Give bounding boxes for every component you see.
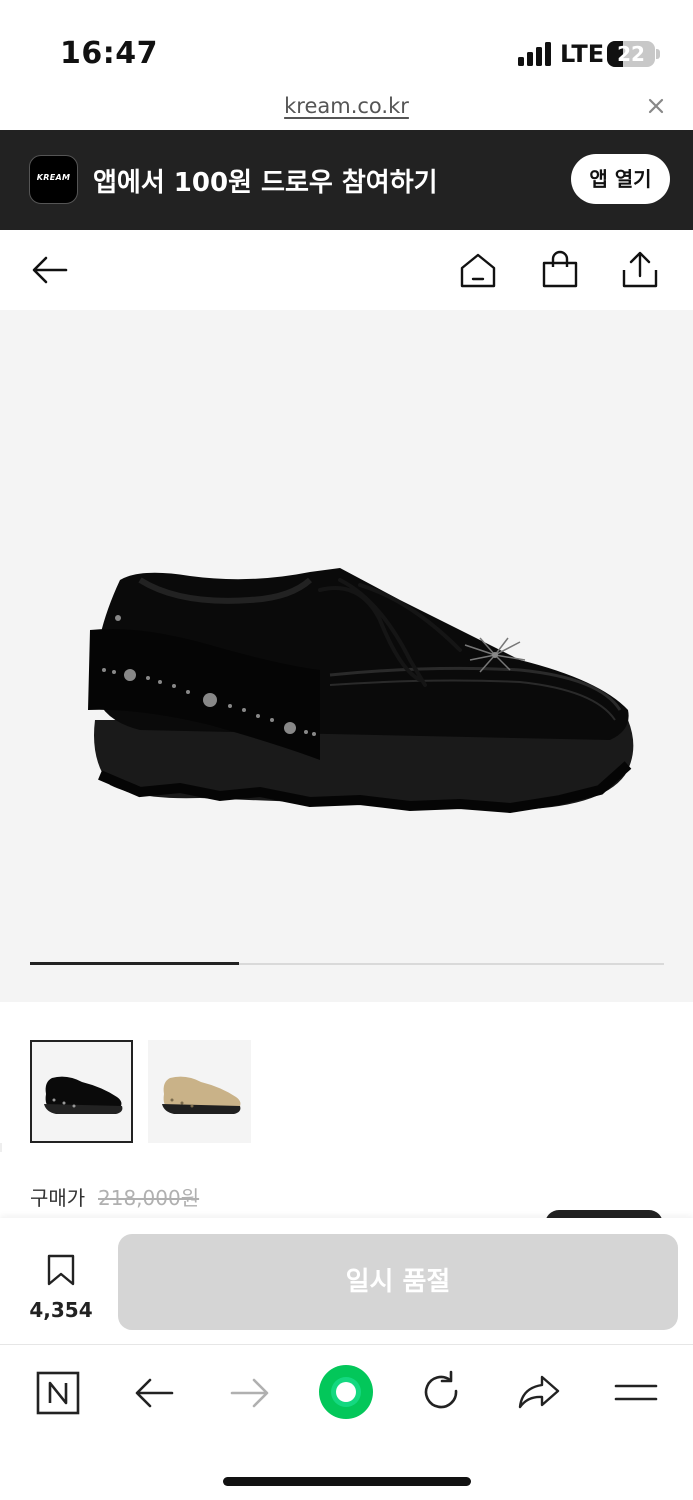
back-icon[interactable] (128, 1367, 180, 1419)
thumbnail-beige[interactable] (148, 1040, 251, 1143)
price-row: 구매가 218,000원 (0, 1152, 693, 1230)
thumbnail-list (0, 1002, 693, 1152)
product-image-shoe[interactable] (80, 560, 640, 830)
gallery-progress (30, 962, 664, 965)
app-banner: KREAM 앱에서 100원 드로우 참여하기 앱 열기 (0, 130, 693, 230)
original-price: 218,000원 (98, 1186, 200, 1210)
open-app-button[interactable]: 앱 열기 (571, 154, 670, 204)
url-bar[interactable]: kream.co.kr (0, 92, 693, 130)
battery-icon: 22 (607, 41, 655, 67)
gallery-progress-fill (30, 962, 240, 965)
kream-logo-text: KREAM (36, 173, 71, 182)
bookmark-count: 4,354 (29, 1298, 93, 1322)
kream-logo: KREAM (29, 155, 78, 204)
forward-icon[interactable] (224, 1367, 276, 1419)
thumbnail-black-image (44, 1076, 123, 1114)
bookmark-button[interactable]: 4,354 (22, 1254, 102, 1322)
page: 16:47 LTE 22 kream.co.kr KREAM 앱에서 100원 … (0, 0, 693, 1500)
naver-n-icon[interactable] (32, 1367, 84, 1419)
nav-bar (0, 230, 693, 310)
soldout-button[interactable]: 일시 품절 (118, 1234, 678, 1330)
share-icon[interactable] (512, 1367, 564, 1419)
green-dot-icon[interactable] (318, 1364, 374, 1420)
close-icon[interactable] (644, 94, 668, 118)
thumbnail-black[interactable] (30, 1040, 133, 1143)
url-text[interactable]: kream.co.kr (0, 94, 693, 118)
battery-level: 22 (617, 42, 645, 66)
status-bar: 16:47 LTE 22 (0, 0, 693, 92)
share-icon[interactable] (620, 250, 660, 290)
refresh-icon[interactable] (416, 1367, 468, 1419)
action-bar: 4,354 일시 품절 (0, 1218, 693, 1344)
home-indicator (223, 1477, 471, 1486)
product-gallery[interactable] (0, 310, 693, 1002)
signal-icon (518, 42, 554, 66)
price-label: 구매가 (30, 1186, 86, 1210)
back-arrow-icon[interactable] (30, 250, 70, 290)
network-type: LTE (560, 40, 605, 68)
browser-toolbar (0, 1344, 693, 1500)
shopping-bag-icon[interactable] (540, 250, 580, 290)
status-time: 16:47 (60, 36, 158, 71)
bookmark-icon (47, 1254, 75, 1286)
battery-tip (656, 49, 660, 59)
home-icon[interactable] (458, 250, 498, 290)
thumbnail-beige-image (162, 1076, 241, 1114)
menu-icon[interactable] (610, 1367, 662, 1419)
banner-message: 앱에서 100원 드로우 참여하기 (93, 168, 438, 198)
